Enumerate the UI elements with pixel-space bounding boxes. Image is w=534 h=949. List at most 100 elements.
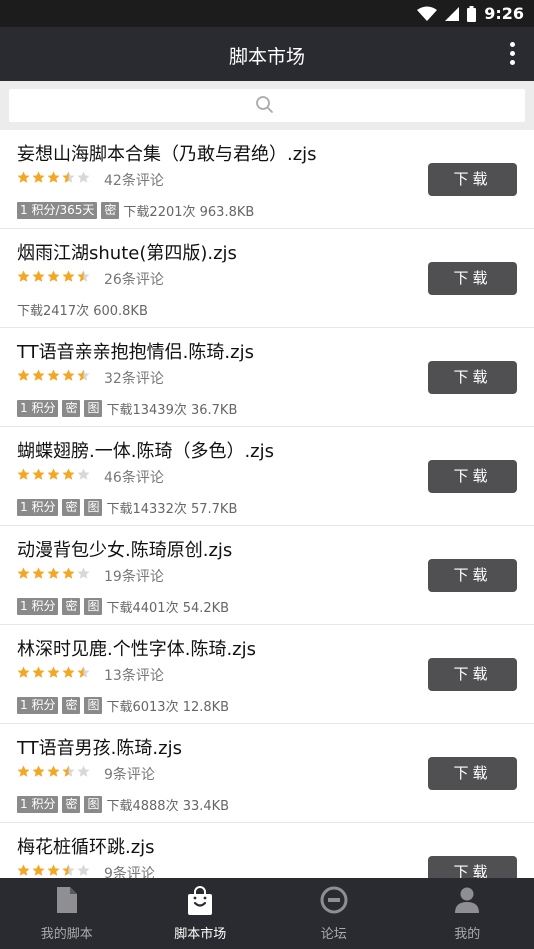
review-count[interactable]: 26条评论 <box>104 269 164 289</box>
star-icon <box>17 270 30 282</box>
nav-item-shopping-bag[interactable]: 脚本市场 <box>134 878 268 949</box>
nav-item-document[interactable]: 我的脚本 <box>0 878 134 949</box>
star-icon <box>77 567 90 579</box>
star-icon <box>77 270 90 282</box>
search-bar <box>0 81 534 130</box>
script-meta: 1 积分密图下载6013次 12.8KB <box>17 696 229 715</box>
tag-badge: 密 <box>62 796 81 813</box>
tag-badge: 密 <box>62 697 81 714</box>
battery-icon <box>467 5 477 22</box>
script-list: 妄想山海脚本合集（乃敢与君绝）.zjs 42条评论 1 积分/365天密下载22… <box>0 130 534 878</box>
download-stats: 下载4401次 54.2KB <box>106 601 230 616</box>
tag-badge: 1 积分 <box>17 598 59 615</box>
star-icon <box>47 171 60 183</box>
list-item[interactable]: TT语音男孩.陈琦.zjs 9条评论 1 积分密图下载4888次 33.4KB … <box>0 724 534 823</box>
list-item[interactable]: 蝴蝶翅膀.一体.陈琦（多色）.zjs 46条评论 1 积分密图下载14332次 … <box>0 427 534 526</box>
tag-badge: 图 <box>84 598 103 615</box>
rating-stars <box>17 864 90 877</box>
review-count[interactable]: 19条评论 <box>104 566 164 586</box>
star-icon <box>62 468 75 480</box>
search-input[interactable] <box>9 89 525 122</box>
star-icon <box>47 765 60 777</box>
shopping-bag-icon <box>187 886 213 920</box>
star-icon <box>62 567 75 579</box>
star-icon <box>17 666 30 678</box>
download-button[interactable]: 下载 <box>428 559 517 592</box>
star-icon <box>62 270 75 282</box>
star-icon <box>32 468 45 480</box>
search-icon <box>256 96 273 113</box>
tag-badge: 密 <box>62 598 81 615</box>
download-stats: 下载6013次 12.8KB <box>106 700 230 715</box>
star-icon <box>47 666 60 678</box>
page-title: 脚本市场 <box>228 46 305 68</box>
star-icon <box>47 864 60 876</box>
nav-label: 我的脚本 <box>40 927 93 942</box>
rating-stars <box>17 171 90 184</box>
nav-label: 我的 <box>454 927 481 942</box>
review-count[interactable]: 46条评论 <box>104 467 164 487</box>
download-button[interactable]: 下载 <box>428 460 517 493</box>
star-icon <box>32 666 45 678</box>
list-item[interactable]: 梅花桩循环跳.zjs 9条评论 下载 <box>0 823 534 878</box>
tag-badge: 1 积分 <box>17 796 59 813</box>
bottom-nav: 我的脚本 脚本市场 论坛 我的 <box>0 878 534 949</box>
download-button[interactable]: 下载 <box>428 361 517 394</box>
star-icon <box>77 666 90 678</box>
document-icon <box>54 886 80 918</box>
star-icon <box>32 567 45 579</box>
download-button[interactable]: 下载 <box>428 262 517 295</box>
list-item[interactable]: 妄想山海脚本合集（乃敢与君绝）.zjs 42条评论 1 积分/365天密下载22… <box>0 130 534 229</box>
star-icon <box>77 171 90 183</box>
star-icon <box>47 567 60 579</box>
script-meta: 1 积分密图下载13439次 36.7KB <box>17 399 237 418</box>
download-button[interactable]: 下载 <box>428 163 517 196</box>
nav-label: 脚本市场 <box>174 927 227 942</box>
star-icon <box>62 864 75 876</box>
list-item[interactable]: 林深时见鹿.个性字体.陈琦.zjs 13条评论 1 积分密图下载6013次 12… <box>0 625 534 724</box>
star-icon <box>17 567 30 579</box>
chat-icon <box>320 886 348 918</box>
list-item[interactable]: 动漫背包少女.陈琦原创.zjs 19条评论 1 积分密图下载4401次 54.2… <box>0 526 534 625</box>
rating-stars <box>17 270 90 283</box>
download-button[interactable]: 下载 <box>428 856 517 878</box>
app-bar: 脚本市场 <box>0 27 534 81</box>
tag-badge: 1 积分/365天 <box>17 202 98 219</box>
script-meta: 1 积分密图下载4888次 33.4KB <box>17 795 229 814</box>
nav-item-person[interactable]: 我的 <box>401 878 534 949</box>
rating-stars <box>17 666 90 679</box>
status-bar: 9:26 <box>0 0 534 27</box>
script-name: TT语音亲亲抱抱情侣.陈琦.zjs <box>17 342 254 363</box>
star-icon <box>32 270 45 282</box>
tag-badge: 密 <box>101 202 120 219</box>
star-icon <box>62 666 75 678</box>
download-stats: 下载4888次 33.4KB <box>106 799 230 814</box>
star-icon <box>32 765 45 777</box>
download-button[interactable]: 下载 <box>428 658 517 691</box>
script-meta: 1 积分密图下载14332次 57.7KB <box>17 498 237 517</box>
tag-badge: 密 <box>62 400 81 417</box>
list-item[interactable]: TT语音亲亲抱抱情侣.陈琦.zjs 32条评论 1 积分密图下载13439次 3… <box>0 328 534 427</box>
review-count[interactable]: 9条评论 <box>104 764 155 784</box>
script-name: 蝴蝶翅膀.一体.陈琦（多色）.zjs <box>17 441 274 462</box>
download-button[interactable]: 下载 <box>428 757 517 790</box>
more-options-icon[interactable] <box>508 42 516 66</box>
wifi-icon <box>417 6 438 21</box>
script-name: 妄想山海脚本合集（乃敢与君绝）.zjs <box>17 144 317 165</box>
signal-icon <box>445 6 460 21</box>
review-count[interactable]: 9条评论 <box>104 863 155 878</box>
tag-badge: 图 <box>84 499 103 516</box>
tag-badge: 1 积分 <box>17 697 59 714</box>
review-count[interactable]: 42条评论 <box>104 170 164 190</box>
review-count[interactable]: 13条评论 <box>104 665 164 685</box>
nav-item-chat[interactable]: 论坛 <box>267 878 401 949</box>
tag-badge: 图 <box>84 796 103 813</box>
list-item[interactable]: 烟雨江湖shute(第四版).zjs 26条评论 下载2417次 600.8KB… <box>0 229 534 328</box>
review-count[interactable]: 32条评论 <box>104 368 164 388</box>
script-meta: 下载2417次 600.8KB <box>17 300 148 319</box>
person-icon <box>454 886 480 918</box>
download-stats: 下载14332次 57.7KB <box>106 502 238 517</box>
star-icon <box>47 468 60 480</box>
script-name: 烟雨江湖shute(第四版).zjs <box>17 243 237 264</box>
download-stats: 下载2417次 600.8KB <box>17 304 148 319</box>
